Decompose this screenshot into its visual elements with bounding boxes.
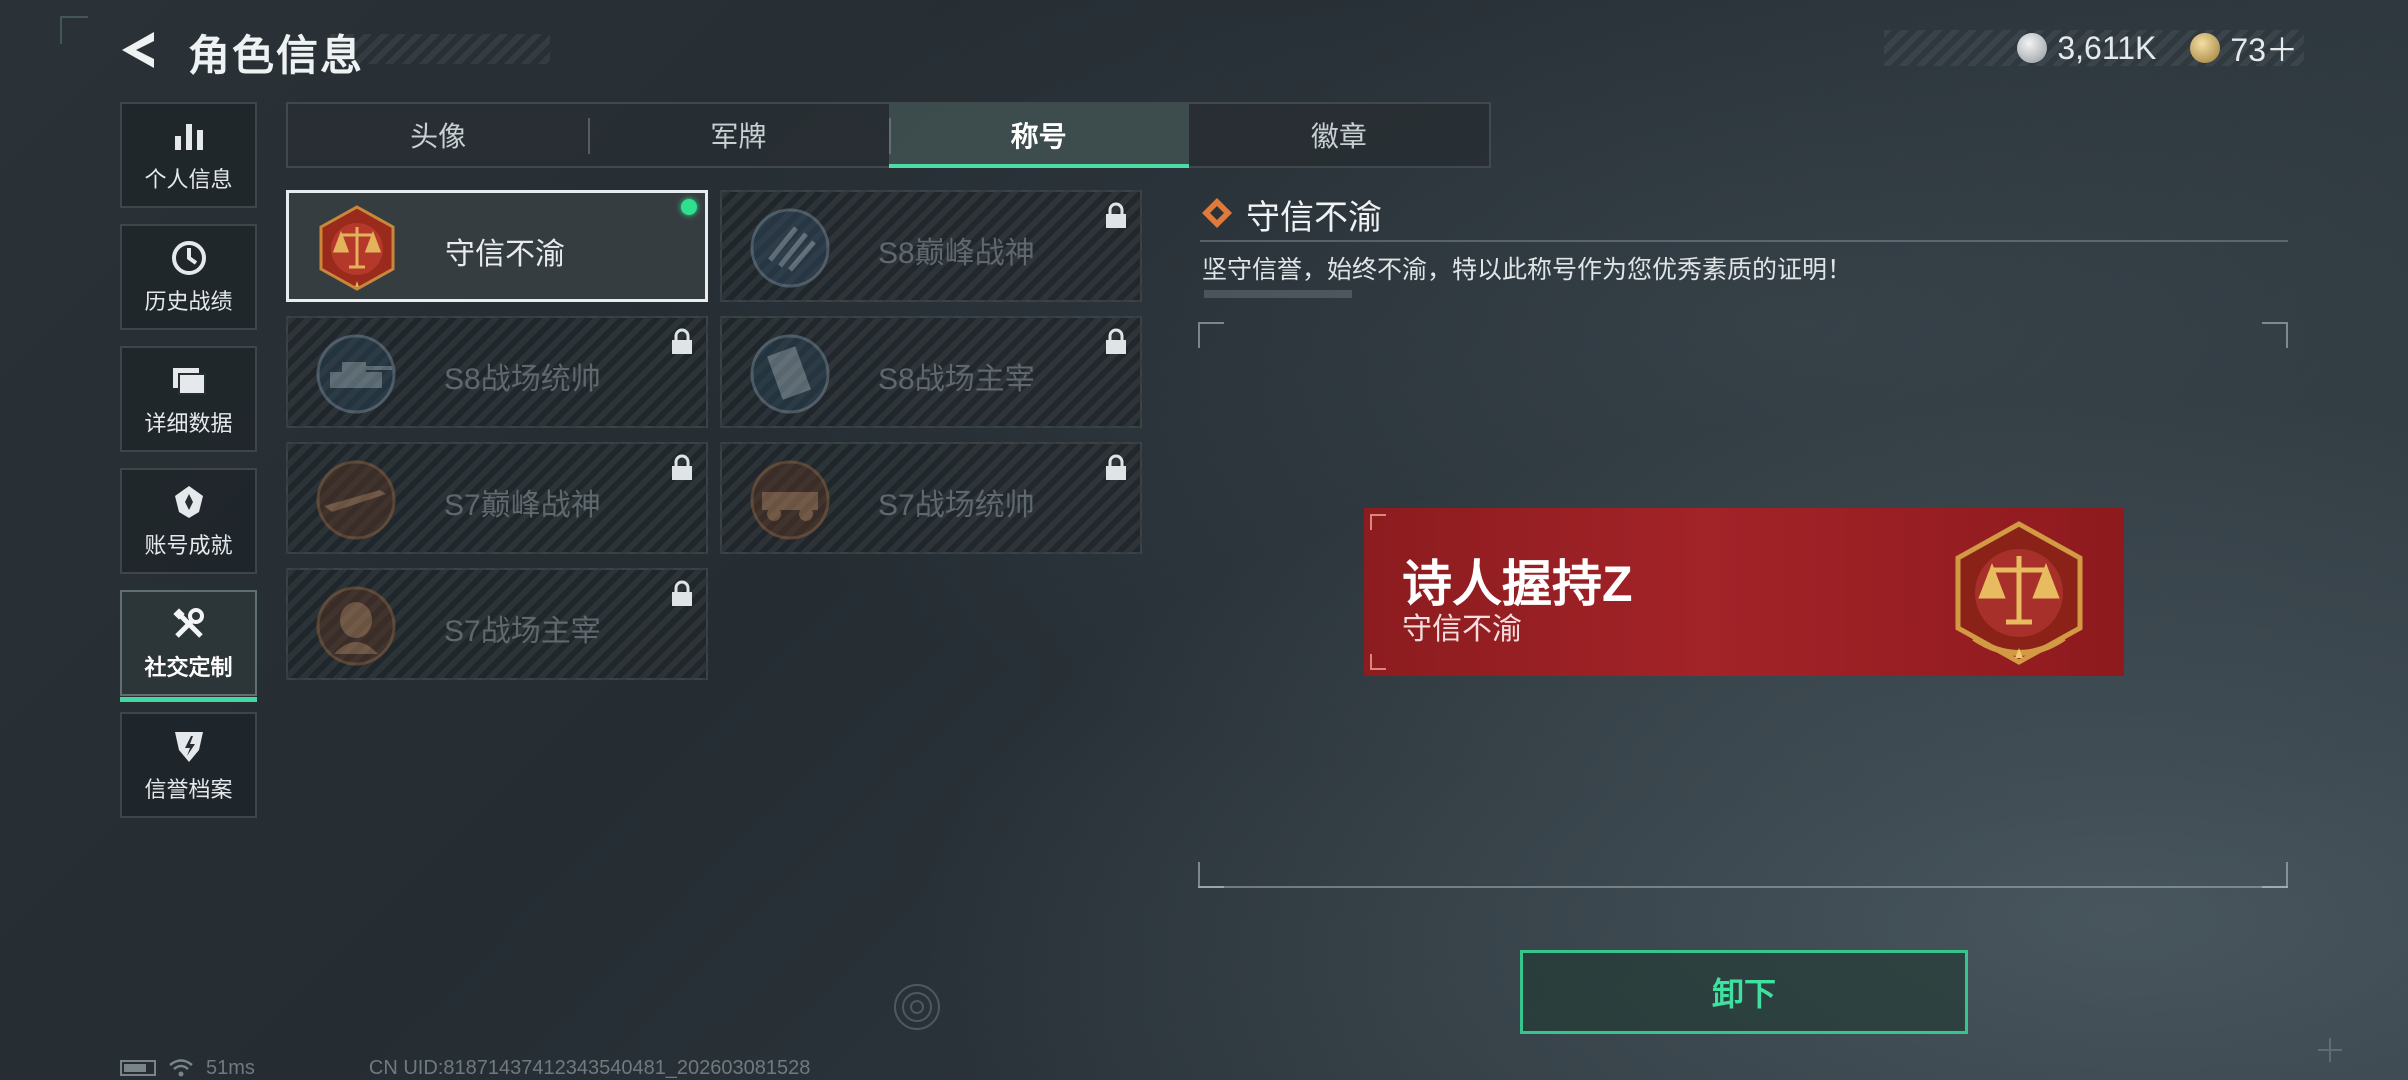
- title-preview-banner: 诗人握持Z 守信不渝: [1364, 508, 2124, 676]
- tab-avatar[interactable]: 头像: [288, 104, 588, 166]
- title-card-name: 守信不渝: [445, 238, 565, 271]
- uid-text: CN UID:818714374123435404​81_20260308152…: [368, 1056, 811, 1079]
- sidebar-item-social-custom[interactable]: 社交定制: [120, 590, 257, 702]
- tab-title[interactable]: 称号: [888, 104, 1190, 168]
- lock-icon: [672, 580, 692, 606]
- sidebar-item-credit-record[interactable]: 信誉档案: [120, 712, 257, 818]
- currency-secondary-value[interactable]: 73＋: [2230, 25, 2298, 71]
- title-card[interactable]: S7战场主宰: [286, 568, 708, 680]
- page-title: 角色信息: [188, 32, 365, 79]
- currency-primary-value: 3,611K: [2057, 29, 2157, 66]
- lock-icon: [672, 328, 692, 354]
- sidebar-item-achievements[interactable]: 账号成就: [120, 468, 257, 574]
- wifi-icon: [169, 1059, 193, 1077]
- vehicle-badge-icon: [750, 460, 830, 540]
- tab-badge[interactable]: 徽章: [1189, 104, 1489, 166]
- preview-title: 守信不渝: [1402, 613, 1522, 646]
- title-card-name: S7战场统帅: [878, 489, 1035, 522]
- title-card-name: S7巅峰战神: [444, 489, 601, 522]
- scales-badge-icon: [1955, 521, 2083, 665]
- corner-decoration: [60, 16, 88, 44]
- clock-icon: [171, 241, 206, 275]
- sidebar-item-detailed-data[interactable]: 详细数据: [120, 346, 257, 452]
- title-card[interactable]: S8战场统帅: [286, 316, 708, 428]
- description-decoration: [1204, 290, 1352, 298]
- lock-icon: [1106, 202, 1126, 228]
- detail-divider: [1200, 240, 2288, 242]
- title-card-name: S8战场主宰: [878, 363, 1035, 396]
- title-card[interactable]: S7战场统帅: [720, 442, 1142, 554]
- currency-bar: 3,611K 73＋: [2017, 29, 2298, 68]
- folder-icon: [172, 368, 206, 395]
- title-card-name: S8战场统帅: [444, 363, 601, 396]
- lock-icon: [672, 454, 692, 480]
- gold-coin-icon: [2190, 33, 2221, 63]
- title-card[interactable]: 守信不渝: [286, 190, 708, 302]
- title-card[interactable]: S8战场主宰: [720, 316, 1142, 428]
- sidebar-item-label: 详细数据: [144, 411, 233, 436]
- unequip-button[interactable]: 卸下: [1520, 950, 1968, 1034]
- tools-icon: [172, 608, 204, 638]
- soldier-badge-icon: [316, 586, 396, 666]
- sidebar-item-label: 账号成就: [144, 533, 233, 558]
- lock-icon: [1106, 454, 1126, 480]
- sidebar-item-personal-info[interactable]: 个人信息: [120, 102, 257, 208]
- title-card-name: S7战场主宰: [444, 615, 601, 648]
- sidebar-item-label: 历史战绩: [144, 289, 233, 314]
- back-arrow-icon: [122, 32, 154, 68]
- lock-icon: [1106, 328, 1126, 354]
- preview-frame-line: [1198, 886, 2288, 888]
- title-card-name: S8巅峰战神: [878, 237, 1035, 270]
- detail-description: 坚守信誉，始终不渝，特以此称号作为您优秀素质的证明！: [1202, 256, 1853, 284]
- shield-icon: [174, 732, 203, 762]
- building-badge-icon: [750, 334, 830, 414]
- ping-value: 51ms: [206, 1056, 255, 1079]
- detail-title: 守信不渝: [1246, 199, 1382, 237]
- silver-coin-icon: [2017, 33, 2048, 63]
- emblem-badge-icon: [750, 208, 830, 288]
- radar-ring-icon: [894, 984, 940, 1030]
- scales-badge-icon: [319, 205, 395, 291]
- sidebar-item-label: 社交定制: [144, 655, 233, 680]
- title-card[interactable]: S8巅峰战神: [720, 190, 1142, 302]
- equipped-indicator: [681, 199, 697, 215]
- sidebar-item-history[interactable]: 历史战绩: [120, 224, 257, 330]
- bar-chart-icon: [174, 124, 203, 150]
- crosshair-icon: [2318, 1038, 2342, 1062]
- tab-dog-tag[interactable]: 军牌: [588, 104, 888, 166]
- back-button[interactable]: [118, 28, 164, 72]
- title-diamond-icon: [1202, 198, 1232, 228]
- sidebar-item-label: 信誉档案: [144, 777, 233, 802]
- battery-icon: [120, 1060, 156, 1076]
- tank-badge-icon: [316, 334, 396, 414]
- achievement-icon: [174, 486, 203, 518]
- status-footer: 51ms CN UID:818714374123435404​81_202603…: [120, 1056, 810, 1080]
- rifle-badge-icon: [316, 460, 396, 540]
- category-tabs: 头像 军牌 称号 徽章: [286, 102, 1491, 168]
- sidebar-item-label: 个人信息: [144, 167, 233, 192]
- title-card[interactable]: S7巅峰战神: [286, 442, 708, 554]
